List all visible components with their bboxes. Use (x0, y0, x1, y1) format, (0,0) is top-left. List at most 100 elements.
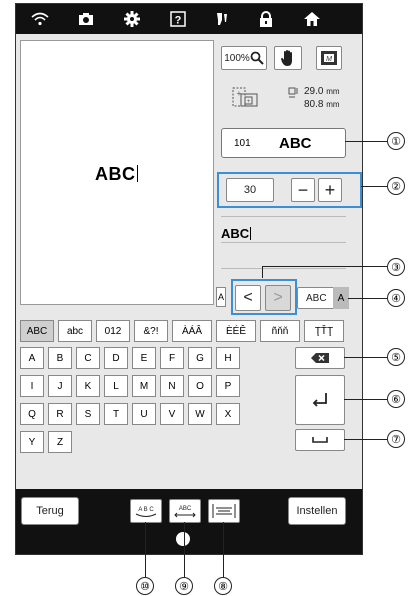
char-tab-accent-t[interactable]: ŢŤŢ (304, 320, 344, 342)
key-b[interactable]: B (48, 347, 72, 369)
key-v[interactable]: V (160, 403, 184, 425)
back-button[interactable]: Terug (21, 497, 79, 525)
settings-icon[interactable] (122, 10, 142, 28)
callout-1: ① (387, 132, 405, 150)
edit-text[interactable]: ABC (221, 226, 252, 241)
key-e[interactable]: E (132, 347, 156, 369)
callout-4: ④ (387, 289, 405, 307)
char-tab-digits[interactable]: 012 (96, 320, 130, 342)
char-tab-accent-e[interactable]: ÈÉÊ (216, 320, 256, 342)
callout-line (344, 399, 387, 400)
key-w[interactable]: W (188, 403, 212, 425)
char-tab-symbols[interactable]: &?! (134, 320, 168, 342)
font-label: ABC (306, 292, 327, 304)
size-minus-button[interactable]: − (291, 178, 315, 202)
key-t[interactable]: T (104, 403, 128, 425)
height-readout: 80.8 mm (304, 99, 340, 110)
key-y[interactable]: Y (20, 431, 44, 453)
key-k[interactable]: K (76, 375, 100, 397)
scroll-indicator (176, 532, 190, 546)
key-a[interactable]: A (20, 347, 44, 369)
arc-text-icon: A B C (135, 507, 157, 517)
size-value: 30 (226, 178, 274, 202)
align-icon (212, 504, 236, 518)
zoom-label: 100% (224, 52, 250, 64)
char-tab-upper[interactable]: ABC (20, 320, 54, 342)
lock-icon[interactable] (256, 10, 276, 28)
frame-button[interactable]: M (316, 46, 342, 70)
status-bar: ? (16, 4, 362, 34)
callout-5: ⑤ (387, 348, 405, 366)
key-p[interactable]: P (216, 375, 240, 397)
backspace-icon (311, 353, 329, 363)
key-l[interactable]: L (104, 375, 128, 397)
space-button[interactable] (295, 429, 345, 451)
callout-10: ⑩ (136, 577, 154, 595)
key-r[interactable]: R (48, 403, 72, 425)
cursor-left-button[interactable]: < (235, 285, 261, 311)
frame-icon: M (321, 51, 337, 65)
callout-line (345, 141, 387, 142)
arc-text-button[interactable]: A B C (130, 499, 162, 523)
key-d[interactable]: D (104, 347, 128, 369)
key-q[interactable]: Q (20, 403, 44, 425)
key-u[interactable]: U (132, 403, 156, 425)
key-g[interactable]: G (188, 347, 212, 369)
pattern-number: 101 (234, 138, 251, 149)
key-f[interactable]: F (160, 347, 184, 369)
callout-line (184, 522, 185, 577)
callout-line (344, 439, 387, 440)
svg-text:M: M (326, 56, 332, 63)
size-icon: + + (231, 86, 259, 108)
camera-icon[interactable] (76, 10, 96, 28)
cursor-right-button[interactable]: > (265, 285, 291, 311)
wifi-icon[interactable] (30, 10, 50, 28)
home-icon[interactable] (302, 10, 322, 28)
callout-9: ⑨ (175, 577, 193, 595)
callout-line (361, 186, 387, 187)
enter-icon (312, 393, 327, 407)
callout-3: ③ (387, 258, 405, 276)
divider (221, 216, 346, 217)
callout-line (344, 357, 387, 358)
svg-text:A B C: A B C (138, 507, 154, 513)
char-tab-accent-a[interactable]: ÀÁÂ (172, 320, 212, 342)
set-button[interactable]: Instellen (288, 497, 346, 525)
callout-line (223, 522, 224, 577)
key-o[interactable]: O (188, 375, 212, 397)
pattern-field: 101 ABC (221, 128, 346, 158)
svg-text:ABC: ABC (179, 506, 192, 512)
char-tab-accent-n[interactable]: ñňň (260, 320, 300, 342)
key-i[interactable]: I (20, 375, 44, 397)
key-c[interactable]: C (76, 347, 100, 369)
char-tab-lower[interactable]: abc (58, 320, 92, 342)
pan-button[interactable] (274, 46, 302, 70)
zoom-button[interactable]: 100% (221, 46, 267, 70)
key-x[interactable]: X (216, 403, 240, 425)
size-plus-button[interactable]: + (318, 178, 342, 202)
key-m[interactable]: M (132, 375, 156, 397)
key-n[interactable]: N (160, 375, 184, 397)
help-icon[interactable]: ? (168, 10, 188, 28)
callout-7: ⑦ (387, 430, 405, 448)
align-button[interactable] (208, 499, 240, 523)
svg-text:?: ? (175, 15, 182, 27)
enter-button[interactable] (295, 375, 345, 425)
key-h[interactable]: H (216, 347, 240, 369)
needle-icon[interactable] (212, 10, 232, 28)
backspace-button[interactable] (295, 347, 345, 369)
small-font-button[interactable]: A (216, 287, 226, 307)
callout-line (262, 266, 387, 267)
key-s[interactable]: S (76, 403, 100, 425)
font-size-indicator[interactable]: A (333, 287, 349, 309)
key-j[interactable]: J (48, 375, 72, 397)
key-z[interactable]: Z (48, 431, 72, 453)
svg-text:+: + (247, 99, 251, 105)
dimension-icon (288, 86, 298, 98)
pattern-name: ABC (279, 135, 312, 152)
pattern-preview: ABC (20, 40, 214, 305)
spacing-button[interactable]: ABC (169, 499, 201, 523)
space-icon (312, 437, 328, 443)
callout-line (348, 298, 387, 299)
divider (221, 268, 346, 269)
